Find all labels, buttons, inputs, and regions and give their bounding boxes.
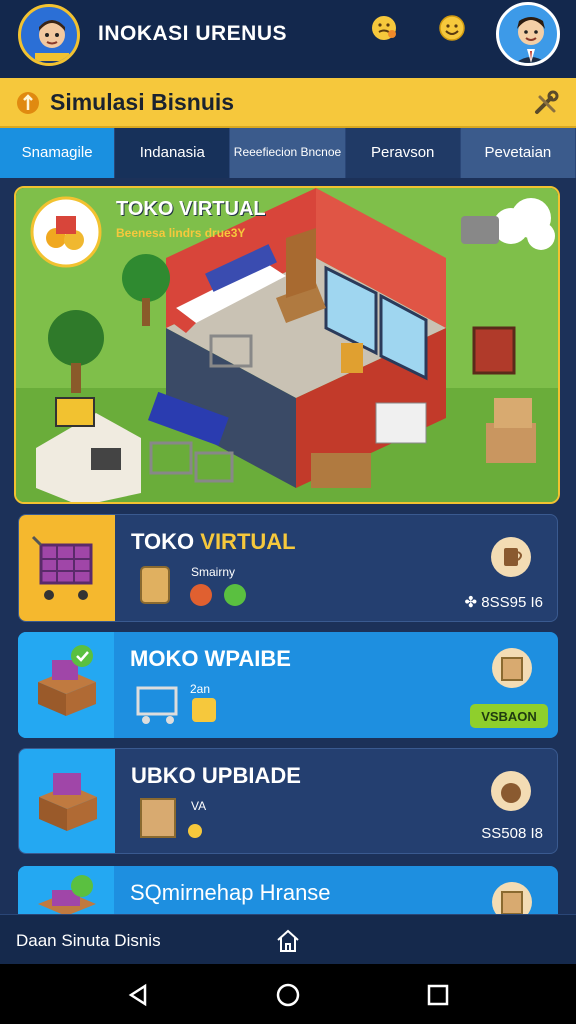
emoji-icon[interactable] bbox=[368, 12, 400, 44]
status-badge[interactable]: VSBAON bbox=[470, 704, 548, 728]
package-icon bbox=[140, 798, 202, 838]
hero-title: TOKO VIRTUAL bbox=[116, 198, 266, 220]
tab-snamagile[interactable]: Snamagile bbox=[0, 128, 116, 178]
tab-pevetaian[interactable]: Pevetaian bbox=[460, 128, 576, 178]
card-title: MOKO WPAIBE bbox=[130, 646, 291, 671]
app-logo[interactable] bbox=[18, 4, 80, 66]
recents-icon[interactable] bbox=[423, 980, 453, 1010]
coffee-icon bbox=[491, 537, 531, 577]
bottom-nav: Daan Sinuta Disnis bbox=[0, 914, 576, 964]
app-title: INOKASI URENUS bbox=[98, 22, 288, 45]
box-icon bbox=[19, 749, 115, 853]
card-title: TOKO VIRTUAL bbox=[131, 529, 296, 554]
home-circle-icon[interactable] bbox=[273, 980, 303, 1010]
card-title: UBKO UPBIADE bbox=[131, 763, 301, 788]
list-item[interactable]: MOKO WPAIBE 2an VSBAON bbox=[18, 632, 558, 738]
package-icon bbox=[492, 648, 532, 688]
tab-peravson[interactable]: Peravson bbox=[345, 128, 461, 178]
product-icons bbox=[140, 566, 246, 606]
system-navigation bbox=[0, 964, 576, 1024]
card-title: SQmirnehap Hranse bbox=[130, 880, 331, 905]
app-header: INOKASI URENUS bbox=[0, 0, 576, 78]
store-hero[interactable]: TOKO VIRTUAL Beenesa lindrs drue3Y bbox=[14, 186, 560, 504]
cart-icon bbox=[19, 515, 115, 621]
bottom-nav-label[interactable]: Daan Sinuta Disnis bbox=[16, 931, 161, 951]
list-item[interactable]: UBKO UPBIADE VA SS508 I8 bbox=[18, 748, 558, 854]
list-item[interactable]: TOKO VIRTUAL Smairny ✤ 8SS95 I6 bbox=[18, 514, 558, 622]
card-value: ✤ 8SS95 I6 bbox=[464, 594, 543, 611]
cart-icon bbox=[136, 686, 216, 724]
store-illustration bbox=[16, 188, 558, 502]
tools-icon[interactable] bbox=[532, 89, 560, 117]
box-icon bbox=[18, 632, 114, 738]
bag-icon bbox=[491, 771, 531, 811]
smile-icon[interactable] bbox=[436, 12, 468, 44]
coin-icon bbox=[16, 91, 40, 115]
back-icon[interactable] bbox=[123, 980, 153, 1010]
card-value: SS508 I8 bbox=[481, 825, 543, 842]
page-banner: Simulasi Bisnuis bbox=[0, 78, 576, 128]
hero-subtitle: Beenesa lindrs drue3Y bbox=[116, 226, 246, 240]
tab-indanasia[interactable]: Indanasia bbox=[115, 128, 231, 178]
category-tabs: Snamagile Indanasia Reeefiecion Bncnoe P… bbox=[0, 128, 576, 178]
user-avatar[interactable] bbox=[496, 2, 560, 66]
tab-reeefiecion[interactable]: Reeefiecion Bncnoe bbox=[230, 128, 346, 178]
page-title: Simulasi Bisnuis bbox=[50, 89, 235, 115]
home-icon[interactable] bbox=[274, 927, 302, 955]
